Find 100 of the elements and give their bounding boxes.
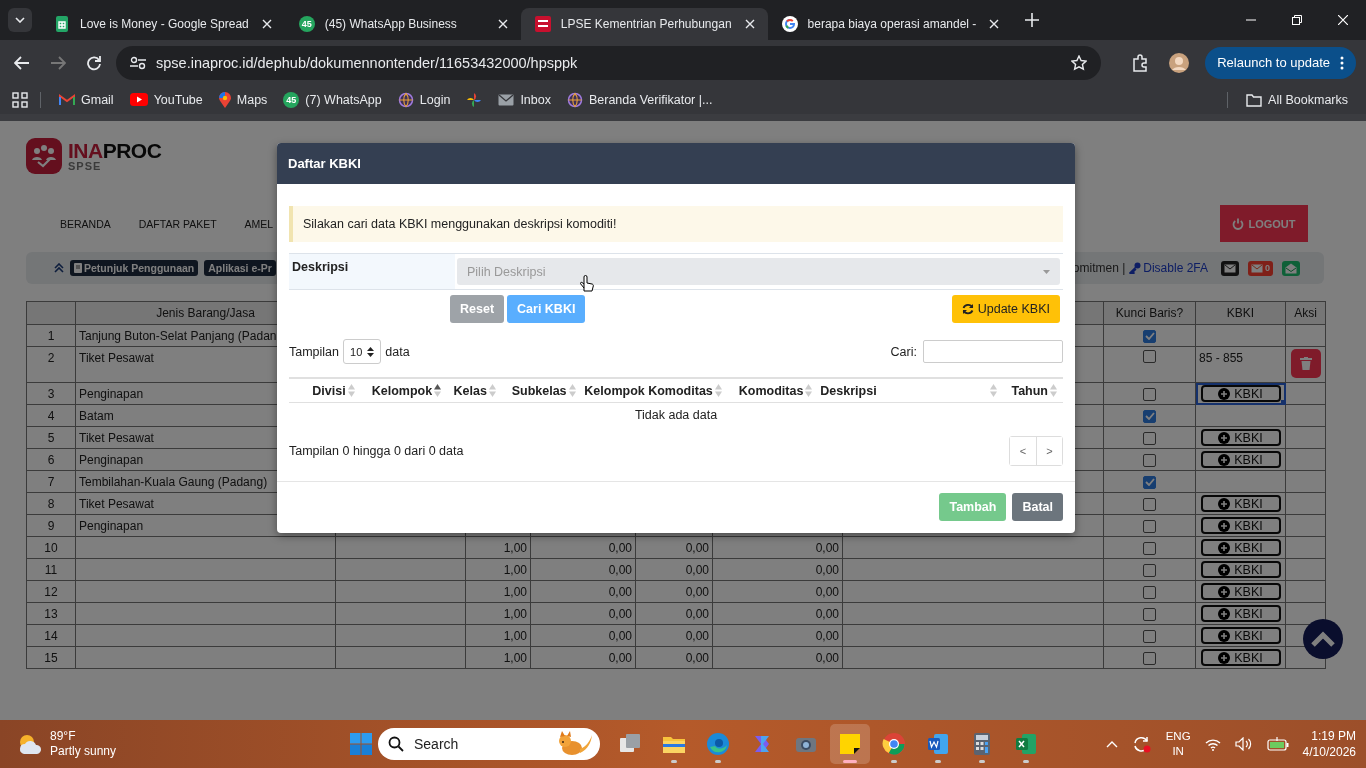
table-cell: 1,00 [465, 536, 531, 559]
browser-tab[interactable]: 45 (45) WhatsApp Business [284, 8, 521, 40]
star-icon[interactable] [1071, 54, 1088, 71]
checkbox[interactable] [1143, 387, 1156, 401]
site-info-icon[interactable] [130, 55, 146, 70]
all-bookmarks-button[interactable]: All Bookmarks [1238, 87, 1356, 112]
checkbox[interactable] [1143, 350, 1156, 364]
wifi-icon[interactable] [1204, 737, 1221, 751]
column-header[interactable]: Kelas [443, 379, 498, 402]
column-header[interactable]: Kelompok Komoditas [577, 379, 724, 402]
checkbox[interactable] [1143, 585, 1156, 599]
chevron-up-icon[interactable] [1105, 740, 1118, 748]
avatar-icon[interactable] [1169, 52, 1190, 73]
search-field[interactable] [923, 340, 1063, 363]
checkbox[interactable] [1143, 431, 1156, 445]
row-number: 4 [26, 404, 76, 427]
kbki-button[interactable]: KBKI [1200, 495, 1281, 512]
kbki-button[interactable]: KBKI [1200, 605, 1281, 622]
checkbox[interactable] [1143, 629, 1156, 643]
bookmark[interactable]: 45 (7) WhatsApp [275, 87, 390, 112]
bookmark[interactable]: Maps [210, 87, 276, 112]
scroll-top-button[interactable] [1303, 619, 1343, 659]
column-header[interactable]: Tahun [1003, 379, 1063, 402]
logo-icon [781, 16, 798, 32]
language-indicator[interactable]: ENG IN [1165, 729, 1191, 759]
kbki-button[interactable]: KBKI [1200, 539, 1281, 556]
taskbar-app[interactable] [830, 724, 870, 764]
checkbox[interactable] [1143, 409, 1156, 423]
globe-icon [566, 91, 583, 108]
checkbox[interactable] [1143, 651, 1156, 665]
relaunch-button[interactable]: Relaunch to update [1205, 46, 1356, 79]
plus-circle-icon [1218, 387, 1231, 400]
kbki-button[interactable]: KBKI [1200, 385, 1281, 402]
map-pin-icon [218, 91, 231, 108]
tab-list-button[interactable] [8, 8, 32, 32]
kbki-button[interactable]: KBKI [1200, 649, 1281, 666]
checkbox[interactable] [1143, 607, 1156, 621]
double-chevron-up-icon[interactable] [54, 263, 64, 273]
chevron-down-icon [15, 17, 25, 23]
back-icon[interactable] [14, 54, 30, 71]
sync-icon[interactable] [1131, 735, 1152, 753]
help-link[interactable]: Petunjuk Penggunaan [70, 260, 199, 276]
mail-button[interactable] [1221, 260, 1239, 276]
checkbox[interactable] [1143, 541, 1156, 555]
start-icon[interactable] [350, 733, 372, 755]
checkbox[interactable] [1143, 519, 1156, 533]
bookmark[interactable]: Login [389, 87, 459, 112]
checkbox[interactable] [1143, 475, 1156, 489]
table-cell: 0,00 [530, 580, 636, 603]
count-badge: 45 [283, 91, 300, 108]
battery-icon[interactable] [1266, 737, 1289, 751]
kbki-button[interactable]: KBKI [1200, 451, 1281, 468]
apps-icon[interactable] [12, 91, 28, 108]
column-header[interactable]: Deskripsi [814, 379, 1004, 402]
column-header[interactable]: Komoditas [723, 379, 815, 402]
checkbox[interactable] [1143, 563, 1156, 577]
cancel-button[interactable]: Batal [1012, 493, 1063, 521]
clock[interactable]: 1:19 PM 4/10/2026 [1302, 727, 1356, 761]
bookmark[interactable]: YouTube [121, 87, 211, 112]
kbki-button[interactable]: KBKI [1200, 627, 1281, 644]
weather-widget[interactable]: 89°F Partly sunny [0, 729, 316, 759]
caret-down-icon [1043, 269, 1050, 274]
row-number: 14 [26, 624, 76, 647]
mail-icon [59, 93, 75, 106]
page-size-select[interactable]: 10 [343, 339, 382, 364]
bookmark[interactable]: Inbox [490, 87, 559, 112]
browser-tab[interactable]: Love is Money - Google Spread [40, 8, 285, 40]
close-icon[interactable] [1338, 15, 1348, 25]
browser-tab[interactable]: LPSE Kementrian Perhubungan [520, 8, 768, 40]
disable-2fa-link[interactable]: Disable 2FA [1129, 261, 1208, 275]
browser-tab[interactable]: berapa biaya operasi amandel - [767, 8, 1013, 40]
checkbox[interactable] [1143, 453, 1156, 467]
bookmark[interactable]: Beranda Verifikator |... [558, 87, 721, 112]
column-header[interactable]: Kelompok [356, 379, 444, 402]
search-box[interactable]: Search [378, 728, 600, 760]
nav-link[interactable]: DAFTAR PAKET [138, 217, 217, 230]
nav-link[interactable]: BERANDA [60, 217, 111, 230]
column-header[interactable]: Subkelas [497, 379, 578, 402]
extensions-icon[interactable] [1131, 53, 1150, 72]
checkbox[interactable] [1143, 497, 1156, 511]
kbki-button[interactable]: KBKI [1200, 583, 1281, 600]
maximize-icon[interactable] [1292, 15, 1302, 25]
pagination-button[interactable]: > [1036, 437, 1062, 465]
checkbox[interactable] [1143, 329, 1156, 343]
reload-icon[interactable] [86, 54, 102, 71]
nav-link[interactable]: AMEL [244, 217, 274, 230]
kbki-button[interactable]: KBKI [1200, 429, 1281, 446]
volume-icon[interactable] [1234, 737, 1253, 751]
help-link[interactable]: Aplikasi e-Pr [204, 260, 276, 276]
plus-circle-icon [1218, 497, 1231, 510]
bookmark[interactable]: Gmail [51, 87, 122, 112]
kbki-button[interactable]: KBKI [1200, 561, 1281, 578]
address-bar[interactable]: spse.inaproc.id/dephub/dokumennontender/11653432000/hpsppk [116, 45, 1102, 80]
table-cell: 0,00 [712, 558, 843, 581]
row-number: 11 [26, 558, 76, 581]
table-cell: 0,00 [635, 646, 713, 669]
browser-icon [706, 732, 730, 756]
kbki-button[interactable]: KBKI [1200, 517, 1281, 534]
open-mail-button[interactable] [1282, 260, 1300, 276]
update-button[interactable]: Update KBKI [951, 295, 1060, 323]
